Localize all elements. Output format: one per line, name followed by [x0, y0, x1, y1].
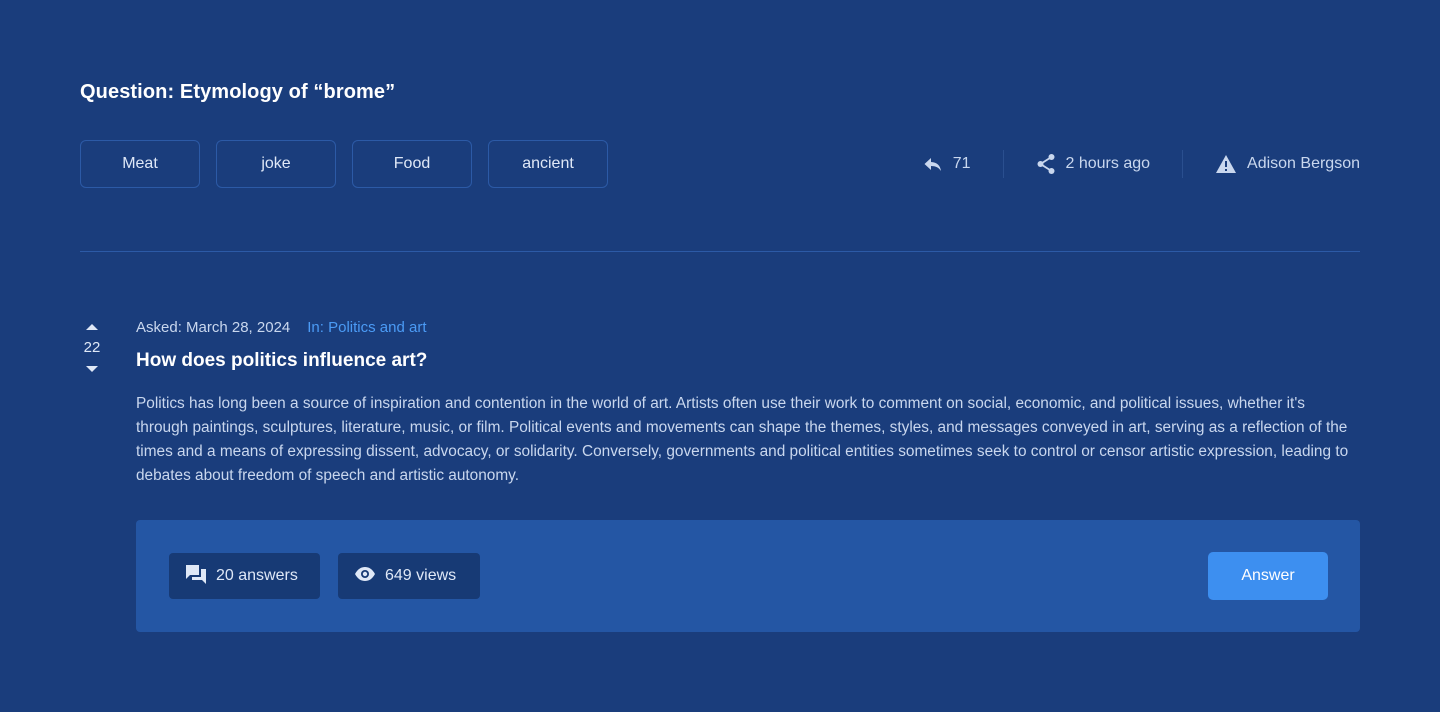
asked-date: Asked: March 28, 2024 [136, 319, 291, 336]
caret-down-icon [86, 366, 98, 372]
tag-food[interactable]: Food [352, 140, 472, 188]
eye-icon [354, 566, 376, 587]
time-posted[interactable]: 2 hours ago [1036, 153, 1151, 175]
share-icon [1036, 153, 1056, 175]
post-title[interactable]: How does politics influence art? [136, 350, 427, 372]
author-name: Adison Bergson [1247, 155, 1360, 172]
page-title: Question: Etymology of “brome” [80, 81, 396, 103]
vote-count: 22 [83, 339, 101, 356]
views-value: 649 views [385, 567, 457, 584]
post-body: Politics has long been a source of inspi… [136, 395, 1349, 484]
answers-count[interactable]: 20 answers [169, 553, 320, 599]
category-link[interactable]: In: Politics and art [307, 319, 426, 336]
section-divider [80, 251, 1360, 252]
caret-up-icon [86, 324, 98, 330]
views-count: 649 views [338, 553, 480, 599]
replies-value: 71 [952, 155, 971, 172]
tag-joke[interactable]: joke [216, 140, 336, 188]
answers-value: 20 answers [216, 567, 298, 584]
replies-count[interactable]: 71 [923, 155, 971, 173]
meta-divider [1002, 150, 1004, 178]
tag-ancient[interactable]: ancient [488, 140, 608, 188]
post-meta: Asked: March 28, 2024 In: Politics and a… [136, 319, 427, 336]
question-meta: 71 2 hours ago Adison Bergson [923, 150, 1360, 178]
upvote-button[interactable] [80, 318, 104, 336]
tag-list: Meat joke Food ancient [80, 140, 608, 188]
downvote-button[interactable] [80, 360, 104, 378]
tag-meat[interactable]: Meat [80, 140, 200, 188]
reply-icon [923, 155, 943, 173]
vote-control: 22 [80, 318, 104, 378]
warning-icon [1215, 154, 1237, 174]
answer-button[interactable]: Answer [1208, 552, 1328, 600]
chat-bubbles-icon [185, 563, 207, 590]
page: Question: Etymology of “brome” Meat joke… [0, 0, 1440, 712]
meta-divider [1182, 150, 1184, 178]
post-stats-bar: 20 answers 649 views Answer [136, 520, 1360, 632]
author[interactable]: Adison Bergson [1215, 154, 1360, 174]
time-value: 2 hours ago [1065, 155, 1151, 172]
